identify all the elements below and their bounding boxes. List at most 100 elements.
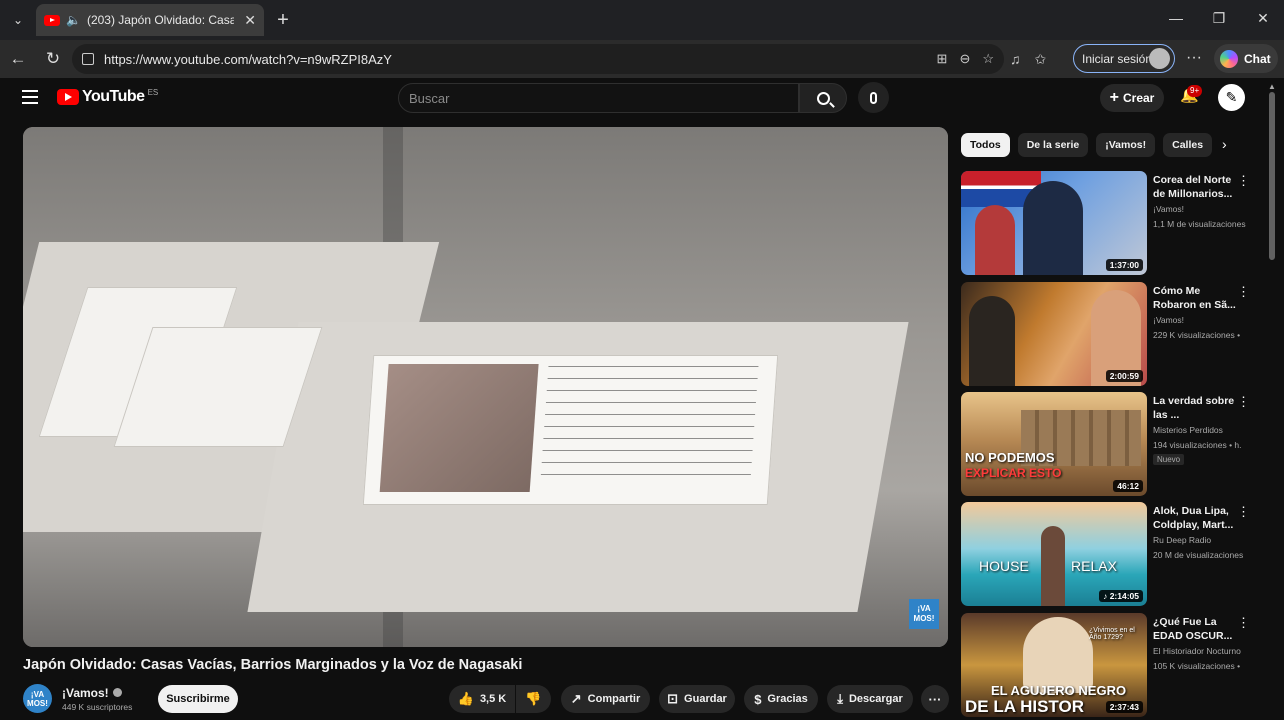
recommendation-views: 105 K visualizaciones • xyxy=(1153,661,1241,671)
speaker-icon[interactable]: 🔈 xyxy=(66,13,81,27)
save-label: Guardar xyxy=(684,693,727,705)
subscribe-button[interactable]: Suscribirme xyxy=(158,685,238,713)
download-icon: ⤓ xyxy=(837,691,843,706)
recommendation-item[interactable]: HOUSE RELAX ♪ 2:14:05 Alok, Dua Lipa, Co… xyxy=(961,502,1261,606)
search-button[interactable] xyxy=(799,83,847,113)
video-thumbnail[interactable]: HOUSE RELAX ♪ 2:14:05 xyxy=(961,502,1147,606)
recommendation-views: 20 M de visualizaciones xyxy=(1153,550,1244,560)
share-icon: ↗ xyxy=(570,691,582,706)
media-control-icon[interactable]: ♫ xyxy=(1010,51,1021,68)
youtube-logo[interactable]: YouTube ES xyxy=(57,88,158,106)
recommendation-menu-icon[interactable]: ⋮ xyxy=(1237,394,1250,410)
chip-vamos[interactable]: ¡Vamos! xyxy=(1096,133,1156,157)
site-info-icon[interactable] xyxy=(82,53,94,65)
app-available-icon[interactable]: ⊞ xyxy=(937,51,948,67)
save-button[interactable]: ⊡ Guardar xyxy=(659,685,735,713)
chips-next-chevron-icon[interactable]: › xyxy=(1222,136,1227,152)
search-placeholder: Buscar xyxy=(409,90,450,106)
chip-todos[interactable]: Todos xyxy=(961,133,1010,157)
channel-avatar[interactable]: ¡VA MOS! xyxy=(23,684,52,713)
url-text[interactable]: https://www.youtube.com/watch?v=n9wRZPI8… xyxy=(104,52,392,67)
reload-icon[interactable]: ↻ xyxy=(43,49,63,69)
create-button[interactable]: + Crear xyxy=(1100,84,1164,112)
logo-country: ES xyxy=(147,87,159,97)
url-field[interactable]: https://www.youtube.com/watch?v=n9wRZPI8… xyxy=(72,44,1004,74)
recommendation-menu-icon[interactable]: ⋮ xyxy=(1237,173,1250,189)
bookmark-icon: ⊡ xyxy=(667,691,679,706)
extension-icons: ♫ ✩ xyxy=(1010,51,1046,68)
recommendation-menu-icon[interactable]: ⋮ xyxy=(1237,284,1250,300)
more-actions-button[interactable]: ··· xyxy=(921,685,949,713)
thumbs-up-icon: 👍 xyxy=(457,691,474,706)
maximize-icon[interactable]: ❐ xyxy=(1209,10,1229,27)
account-avatar[interactable]: ✎ xyxy=(1218,84,1245,111)
page-scrollbar[interactable] xyxy=(1269,92,1275,260)
video-thumbnail[interactable]: 2:00:59 xyxy=(961,282,1147,386)
browser-tab[interactable]: 🔈 (203) Japón Olvidado: Casas V ✕ xyxy=(36,4,264,36)
video-duration-text: 2:14:05 xyxy=(1109,591,1139,601)
recommendation-title[interactable]: Cómo Me Robaron en Sã... xyxy=(1153,284,1243,312)
thumbnail-caption: EL AGUJERO NEGRO xyxy=(991,683,1127,698)
recommendation-views: 1,1 M de visualizaciones xyxy=(1153,219,1246,229)
video-frame-detail xyxy=(1023,617,1093,693)
video-thumbnail[interactable]: NO PODEMOS EXPLICAR ESTO 46:12 xyxy=(961,392,1147,496)
filter-chips: Todos De la serie ¡Vamos! Calles xyxy=(961,133,1213,157)
thumbnail-caption: DE LA HISTOR xyxy=(965,697,1085,716)
video-frame-detail xyxy=(362,355,779,505)
tab-list-chevron-icon[interactable]: ⌄ xyxy=(0,0,36,40)
signin-button[interactable]: Iniciar sesión xyxy=(1073,44,1175,73)
search-input[interactable]: Buscar xyxy=(398,83,799,113)
recommendation-channel[interactable]: Ru Deep Radio xyxy=(1153,535,1211,545)
video-frame-detail xyxy=(1023,181,1083,275)
youtube-play-icon xyxy=(57,89,79,105)
verified-icon xyxy=(112,688,122,697)
profile-avatar-icon xyxy=(1149,48,1170,69)
copilot-chat-button[interactable]: Chat xyxy=(1214,44,1278,73)
favorites-icon[interactable]: ✩ xyxy=(1035,51,1047,68)
recommendation-title[interactable]: Corea del Norte de Millonarios... xyxy=(1153,173,1243,201)
thumbnail-caption: HOUSE xyxy=(979,558,1029,574)
recommendation-item[interactable]: NO PODEMOS EXPLICAR ESTO 46:12 La verdad… xyxy=(961,392,1261,496)
recommendation-menu-icon[interactable]: ⋮ xyxy=(1237,615,1250,631)
thanks-button[interactable]: $ Gracias xyxy=(744,685,818,713)
channel-name[interactable]: ¡Vamos! xyxy=(62,686,122,700)
video-thumbnail[interactable]: ¿Vivimos en el Año 1729? EL AGUJERO NEGR… xyxy=(961,613,1147,717)
recommendation-channel[interactable]: ¡Vamos! xyxy=(1153,315,1184,325)
more-dots-icon: ··· xyxy=(928,691,942,707)
scroll-up-arrow-icon[interactable]: ▲ xyxy=(1268,82,1276,91)
recommendation-title[interactable]: La verdad sobre las ... xyxy=(1153,394,1243,422)
copilot-icon xyxy=(1220,49,1238,68)
favorite-star-icon[interactable]: ☆ xyxy=(982,51,994,67)
browser-menu-icon[interactable]: ··· xyxy=(1186,49,1202,67)
create-label: Crear xyxy=(1122,91,1155,105)
logo-text: YouTube xyxy=(82,88,145,105)
recommendation-menu-icon[interactable]: ⋮ xyxy=(1237,504,1250,520)
video-duration: ♪ 2:14:05 xyxy=(1099,590,1143,602)
window-close-icon[interactable]: ✕ xyxy=(1253,10,1273,27)
zoom-icon[interactable]: ⊖ xyxy=(959,51,970,67)
share-button[interactable]: ↗ Compartir xyxy=(561,685,650,713)
recommendation-item[interactable]: ¿Vivimos en el Año 1729? EL AGUJERO NEGR… xyxy=(961,613,1261,717)
video-thumbnail[interactable]: 1:37:00 xyxy=(961,171,1147,275)
recommendation-channel[interactable]: El Historiador Nocturno xyxy=(1153,646,1241,656)
video-player[interactable]: ¡VA MOS! xyxy=(23,127,948,647)
new-tab-button[interactable]: + xyxy=(272,8,294,32)
recommendation-title[interactable]: Alok, Dua Lipa, Coldplay, Mart... xyxy=(1153,504,1243,532)
back-arrow-icon[interactable]: ← xyxy=(8,49,28,69)
recommendation-item[interactable]: 1:37:00 Corea del Norte de Millonarios..… xyxy=(961,171,1261,275)
chip-calles[interactable]: Calles xyxy=(1163,133,1213,157)
recommendation-channel[interactable]: Misterios Perdidos xyxy=(1153,425,1223,435)
channel-watermark[interactable]: ¡VA MOS! xyxy=(909,599,939,629)
minimize-icon[interactable]: — xyxy=(1166,10,1186,26)
recommendation-item[interactable]: 2:00:59 Cómo Me Robaron en Sã... ¡Vamos!… xyxy=(961,282,1261,386)
tab-close-icon[interactable]: ✕ xyxy=(244,12,256,29)
chip-de-la-serie[interactable]: De la serie xyxy=(1017,133,1089,157)
menu-hamburger-icon[interactable] xyxy=(22,90,38,104)
like-button[interactable]: 👍 3,5 K xyxy=(449,685,515,713)
youtube-header: YouTube ES Buscar + Crear 🔔 9+ ✎ xyxy=(0,78,1284,120)
recommendation-title[interactable]: ¿Qué Fue La EDAD OSCUR... xyxy=(1153,615,1243,643)
voice-search-button[interactable] xyxy=(858,82,889,113)
recommendation-channel[interactable]: ¡Vamos! xyxy=(1153,204,1184,214)
dislike-button[interactable]: 👎 xyxy=(516,685,551,713)
download-button[interactable]: ⤓ Descargar xyxy=(827,685,913,713)
